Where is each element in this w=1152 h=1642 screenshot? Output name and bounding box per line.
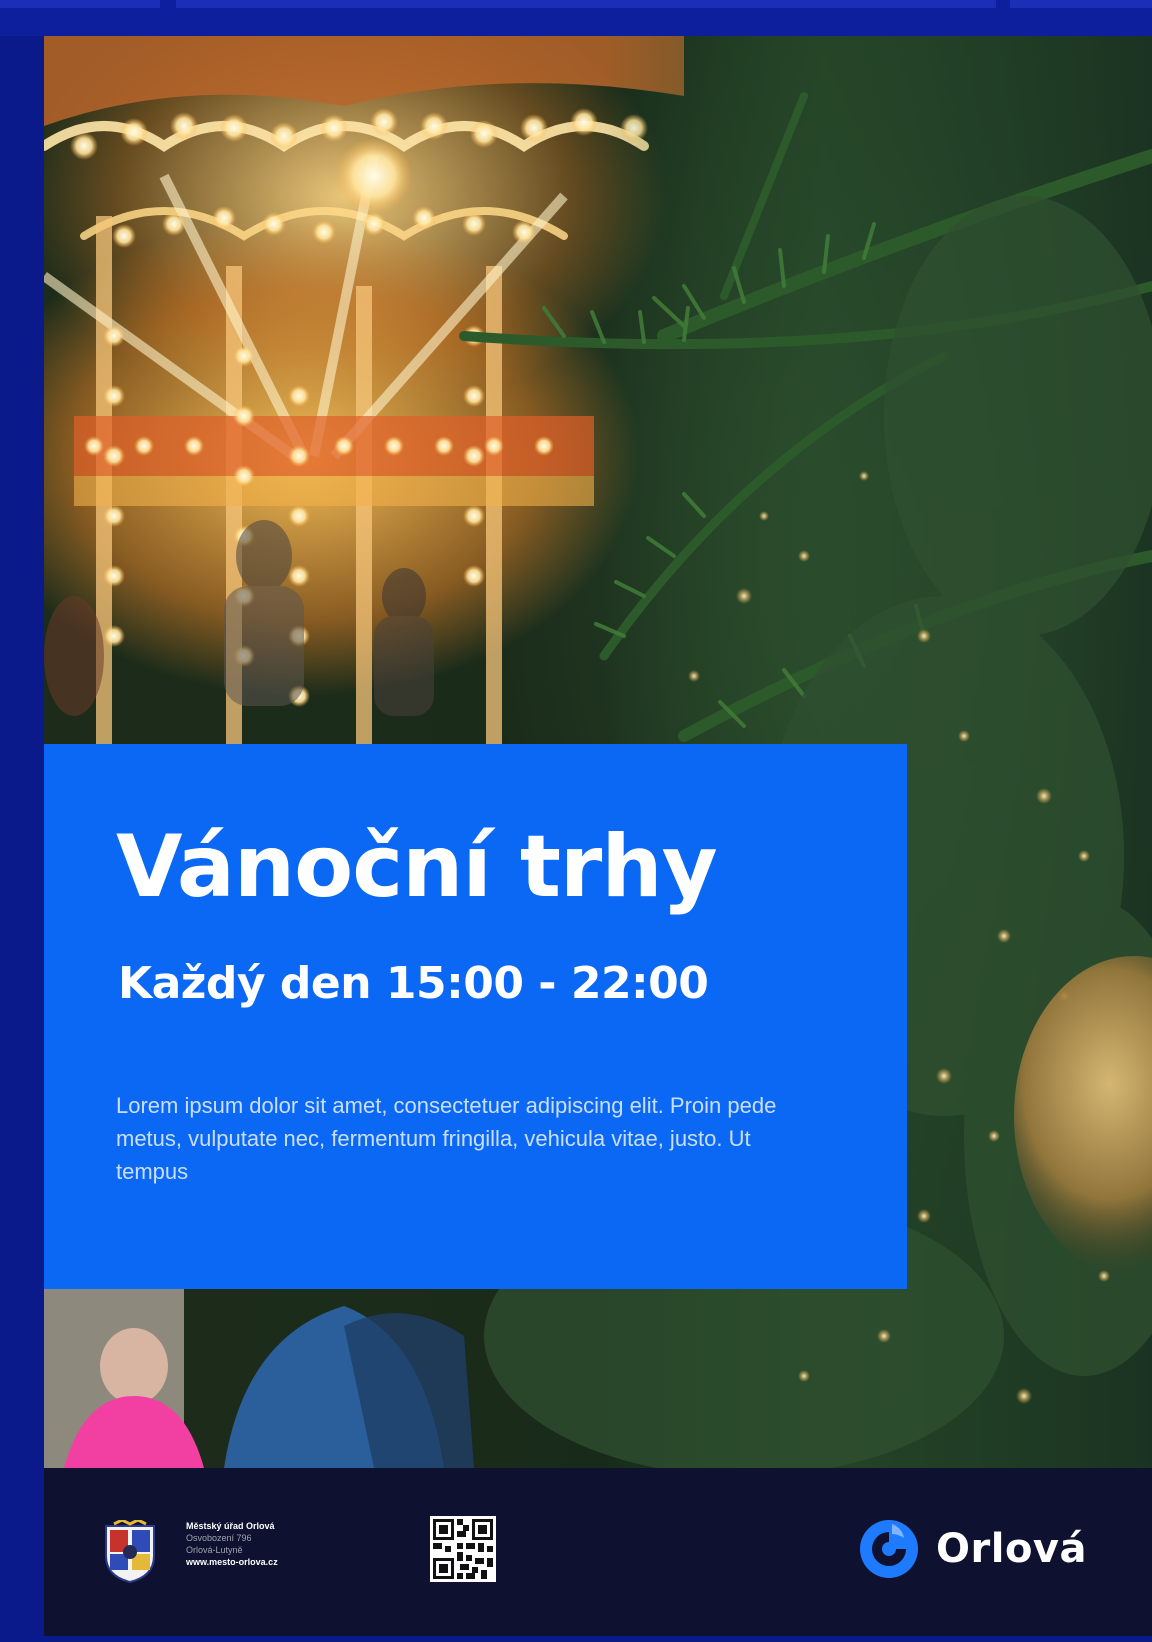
top-frame-strip — [0, 0, 1152, 36]
address-website: www.mesto-orlova.cz — [186, 1557, 278, 1567]
frame-segment — [1010, 0, 1152, 8]
city-crest-icon — [105, 1520, 155, 1584]
poster: Vánoční trhy Každý den 15:00 - 22:00 Lor… — [44, 36, 1152, 1636]
poster-footer: Městský úřad Orlová Osvobození 796 Orlov… — [44, 1468, 1152, 1636]
carousel-band-gold — [74, 476, 594, 506]
address-street: Osvobození 796 — [186, 1533, 252, 1543]
frame-segment — [0, 0, 160, 8]
orlova-brand: Orlová — [858, 1518, 1087, 1580]
city-office-address: Městský úřad Orlová Osvobození 796 Orlov… — [186, 1520, 278, 1568]
address-office-name: Městský úřad Orlová — [186, 1521, 275, 1531]
qr-code-icon — [430, 1516, 496, 1582]
brand-name: Orlová — [936, 1526, 1087, 1572]
event-description: Lorem ipsum dolor sit amet, consectetuer… — [116, 1093, 777, 1184]
orlova-logo-icon — [860, 1520, 918, 1578]
event-title: Vánoční trhy — [116, 817, 718, 917]
event-hours: Každý den 15:00 - 22:00 — [118, 958, 709, 1009]
visitors-foreground — [44, 1286, 474, 1468]
frame-segment — [176, 0, 996, 8]
address-city: Orlová-Lutyně — [186, 1545, 243, 1555]
event-info-panel: Vánoční trhy Každý den 15:00 - 22:00 Lor… — [44, 744, 907, 1289]
